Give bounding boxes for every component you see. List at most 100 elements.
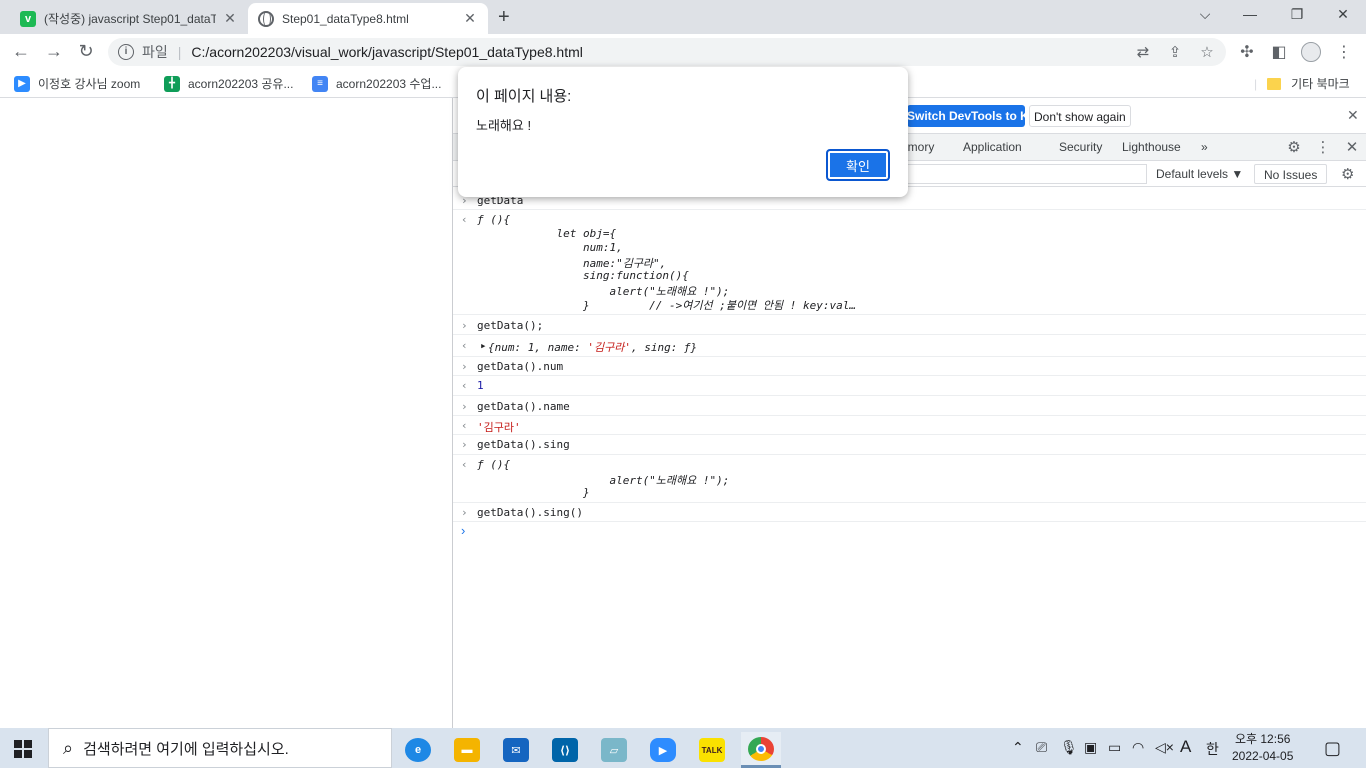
chevron-right-icon: › <box>461 360 468 373</box>
translate-icon[interactable]: ⇄ <box>1134 43 1152 61</box>
close-icon[interactable]: ✕ <box>1343 138 1361 156</box>
console-input-row: › getData().num <box>453 357 1366 376</box>
screen-icon[interactable]: ▣ <box>1084 739 1097 756</box>
kakaotalk-icon: TALK <box>699 738 725 762</box>
share-icon[interactable]: ⇪ <box>1166 43 1184 61</box>
chevron-right-icon: › <box>461 319 468 332</box>
minimize-button[interactable]: — <box>1240 6 1260 22</box>
more-tabs-icon[interactable]: » <box>1201 140 1208 154</box>
clock[interactable]: 오후 12:56 2022-04-05 <box>1232 731 1293 765</box>
chrome-icon <box>748 736 774 761</box>
console-input-row: › getData().sing() <box>453 503 1366 522</box>
object-preview[interactable]: {num: 1, name: '김구라', sing: ƒ} <box>488 339 697 355</box>
forward-button[interactable]: → <box>43 41 65 62</box>
chrome-app[interactable] <box>741 732 781 768</box>
start-button[interactable] <box>14 740 32 758</box>
window-close-button[interactable]: ✕ <box>1333 6 1353 23</box>
microphone-icon[interactable]: 🎙 <box>1060 739 1078 756</box>
wifi-icon[interactable]: ◠ <box>1132 739 1144 756</box>
edge-icon: e <box>405 738 431 762</box>
code-line: let obj={ <box>477 227 617 240</box>
reload-button[interactable]: ↻ <box>75 41 97 62</box>
folder-icon <box>1267 77 1282 90</box>
mail-app[interactable]: ✉ <box>496 732 536 768</box>
explorer-app[interactable]: ▬ <box>447 732 487 768</box>
divider: | <box>1254 76 1258 91</box>
tab-step01[interactable]: Step01_dataType8.html ✕ <box>248 3 488 34</box>
docs-icon: ≡ <box>312 75 328 92</box>
menu-icon[interactable]: ⋮ <box>1334 42 1354 62</box>
zoom-icon: ▶ <box>14 75 30 92</box>
ime-mode[interactable]: A <box>1180 737 1191 757</box>
clock-time: 오후 12:56 <box>1234 732 1291 746</box>
language-indicator[interactable]: 한 <box>1206 739 1219 759</box>
close-icon[interactable]: ✕ <box>1347 107 1359 124</box>
object-preview-text: {num: 1, name: <box>488 341 588 354</box>
console-output-row: ‹ 1 <box>453 376 1366 396</box>
string-value: '김구라' <box>587 341 631 354</box>
bookmark-sheets[interactable]: ╋ acorn202203 공유... <box>164 75 293 92</box>
console-output-row: ‹ ƒ (){ alert("노래해요 !"); } <box>453 455 1366 503</box>
bookmark-label: 이정호 강사님 zoom <box>38 77 141 91</box>
restore-button[interactable]: ❐ <box>1287 6 1307 23</box>
alert-message: 노래해요 ! <box>476 118 532 133</box>
output-number: 1 <box>477 379 484 392</box>
other-bookmarks[interactable]: | 기타 북마크 <box>1254 75 1350 92</box>
tab-lighthouse[interactable]: Lighthouse <box>1122 140 1181 154</box>
zoom-app[interactable]: ▶ <box>643 732 683 768</box>
gear-icon[interactable]: ⚙ <box>1285 138 1303 156</box>
notepad-app[interactable]: ▱ <box>594 732 634 768</box>
tab-application[interactable]: Application <box>963 140 1022 154</box>
new-tab-button[interactable]: + <box>498 6 510 29</box>
filter-input[interactable] <box>893 164 1147 184</box>
ok-button[interactable]: 확인 <box>826 149 890 181</box>
edge-app[interactable]: e <box>398 732 438 768</box>
info-icon[interactable]: i <box>118 44 134 60</box>
vscode-app[interactable]: ⟨⟩ <box>545 732 585 768</box>
extensions-icon[interactable]: ✣ <box>1237 42 1257 62</box>
avatar[interactable] <box>1301 42 1321 62</box>
side-panel-icon[interactable]: ◧ <box>1269 42 1289 62</box>
chevron-right-icon: › <box>461 438 468 451</box>
close-icon[interactable]: ✕ <box>222 10 238 27</box>
bookmark-zoom[interactable]: ▶ 이정호 강사님 zoom <box>14 75 140 92</box>
code-line: } // ->여기선 ;붙이면 안됨 ! key:val… <box>477 299 856 312</box>
chevron-right-icon: › <box>461 400 468 413</box>
globe-icon <box>258 10 274 27</box>
switch-language-button[interactable]: Switch DevTools to Korean <box>907 105 1061 127</box>
tab-search-icon[interactable]: ⌵ <box>1195 6 1215 23</box>
dont-show-again-button[interactable]: Don't show again <box>1029 105 1131 127</box>
tray-chevron-icon[interactable]: ⌃ <box>1012 739 1024 756</box>
tab-security[interactable]: Security <box>1059 140 1102 154</box>
battery-icon[interactable]: ▭ <box>1108 739 1121 756</box>
close-icon[interactable]: ✕ <box>462 10 478 27</box>
tab-velog[interactable]: v (작성중) javascript Step01_dataT ✕ <box>10 3 248 34</box>
address-bar[interactable]: i 파일 | C:/acorn202203/visual_work/javasc… <box>108 38 1226 66</box>
folder-icon: ▬ <box>454 738 480 762</box>
meet-icon[interactable]: ⎚ <box>1036 739 1047 756</box>
console-input-row: › getData(); <box>453 315 1366 335</box>
taskbar-search[interactable]: ⌕ 검색하려면 여기에 입력하십시오. <box>48 728 392 768</box>
star-icon[interactable]: ☆ <box>1198 43 1216 61</box>
back-button[interactable]: ← <box>10 41 32 62</box>
console-prompt[interactable]: › <box>461 523 465 538</box>
kebab-menu-icon[interactable]: ⋮ <box>1314 138 1332 156</box>
kakaotalk-app[interactable]: TALK <box>692 732 732 768</box>
output-string: '김구라' <box>477 421 521 434</box>
separator: | <box>177 44 182 60</box>
zoom-icon: ▶ <box>650 738 676 762</box>
gear-icon[interactable]: ⚙ <box>1341 165 1354 183</box>
bookmark-docs[interactable]: ≡ acorn202203 수업... <box>312 75 441 92</box>
input-text: getData().name <box>477 400 570 413</box>
log-levels-dropdown[interactable]: Default levels ▼ <box>1156 167 1243 181</box>
notification-icon[interactable]: ▢ <box>1324 738 1341 759</box>
scheme-label: 파일 <box>142 44 168 60</box>
return-icon: ‹ <box>461 213 468 226</box>
clock-date: 2022-04-05 <box>1232 749 1294 763</box>
volume-muted-icon[interactable]: ◁× <box>1155 739 1174 756</box>
console-output-row: ‹ ƒ (){ let obj={ num:1, name:"김구라", sin… <box>453 210 1366 315</box>
tab-title: Step01_dataType8.html <box>282 11 409 26</box>
return-icon: ‹ <box>461 419 468 432</box>
expand-triangle-icon[interactable]: ▸ <box>480 339 487 352</box>
issues-button[interactable]: No Issues <box>1254 164 1328 184</box>
